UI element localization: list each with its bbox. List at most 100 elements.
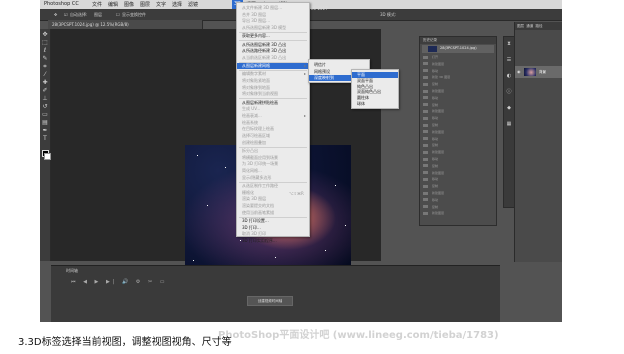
menu-item[interactable]: 创建绘图叠加 — [242, 140, 266, 146]
tab-layers[interactable]: 图层 — [517, 24, 524, 28]
history-row[interactable]: 新建图层 — [423, 89, 493, 95]
history-row[interactable]: 新建图层 — [423, 150, 493, 156]
menu-item[interactable]: 栅格化 — [242, 190, 254, 196]
menu-item[interactable]: 合并 3D 图层 — [242, 12, 266, 18]
menu-item[interactable]: 从当前选区新建 3D 凸出 — [242, 55, 286, 61]
timeline-playback-controls[interactable]: ⏮ ◀ ▶ ▶| 🔊 ⚙ ✂ ▭ — [71, 279, 167, 285]
tab-channels[interactable]: 通道 — [526, 24, 533, 28]
menu-item[interactable]: 从图层新建网格 — [237, 63, 309, 70]
history-row[interactable]: 新建图层 — [423, 62, 493, 68]
snapshot-label: 28(3PCSPT.1024.jpg) — [440, 46, 477, 50]
menu-item[interactable]: 从选区制作工作路径 — [242, 183, 278, 189]
menu-item[interactable]: 导出 3D 图层... — [242, 18, 270, 24]
history-row[interactable]: 新建图层 — [423, 191, 493, 197]
background-color-swatch[interactable] — [44, 153, 51, 160]
history-row[interactable]: 移动 — [423, 69, 493, 75]
history-step-icon — [423, 103, 428, 107]
history-row[interactable]: 新建图层 — [423, 130, 493, 136]
adjustments-panel-icon[interactable]: ◐ — [506, 73, 512, 79]
document-tab[interactable]: 28(3PCSPT.1024.jpg) @ 12.5%(RGB/8) — [48, 20, 203, 29]
properties-panel-icon[interactable]: ☰ — [506, 57, 512, 63]
history-row[interactable]: 打开 — [423, 55, 493, 61]
eraser-tool-icon[interactable]: ▭ — [42, 112, 48, 118]
history-row[interactable]: 复制 — [423, 205, 493, 211]
history-row[interactable]: 移动 — [423, 198, 493, 204]
menu-item[interactable]: 3D 打印设置... — [242, 218, 269, 224]
menu-item[interactable]: 显示/隐藏多边形 — [242, 175, 271, 181]
quick-select-tool-icon[interactable]: ✎ — [42, 56, 48, 62]
swatches-panel-icon[interactable]: ▦ — [506, 121, 512, 127]
auto-select-dropdown[interactable]: 图层 — [94, 12, 102, 18]
menu-item[interactable]: 从所选路径新建 3D 凸出 — [242, 48, 286, 54]
menu-item[interactable]: 编辑数字素材 — [242, 71, 266, 77]
history-panel-icon[interactable]: ⧗ — [506, 41, 512, 47]
history-row[interactable]: 复制 — [423, 143, 493, 149]
marquee-tool-icon[interactable]: ⬚ — [42, 40, 48, 46]
menu-item[interactable]: 选择可绘画区域 — [242, 133, 270, 139]
show-transform-checkbox[interactable]: ☐ — [116, 12, 120, 17]
menu-item[interactable]: 将横截面应用到场景 — [242, 155, 278, 161]
history-row[interactable]: 复制 — [423, 164, 493, 170]
history-row[interactable]: 移动 — [423, 177, 493, 183]
eyedropper-tool-icon[interactable]: ⁄ — [42, 72, 48, 78]
brush-tool-icon[interactable]: ✐ — [42, 88, 48, 94]
menu-item[interactable]: 从图层新建拼贴绘画 — [242, 100, 278, 106]
history-row[interactable]: 复制 — [423, 82, 493, 88]
color-panel-icon[interactable]: ◆ — [506, 105, 512, 111]
menu-item[interactable]: 将对象移到当前视图 — [242, 91, 278, 97]
history-panel: 历史记录 28(3PCSPT.1024.jpg) 打开 新建图层 移动 新建 3D 图… — [419, 36, 497, 226]
history-step-label: 新建图层 — [432, 129, 445, 134]
history-snapshot[interactable]: 28(3PCSPT.1024.jpg) — [422, 45, 494, 53]
layer-row[interactable]: ◉ 背景 — [515, 66, 562, 78]
menu-item[interactable]: 绘画系统 — [242, 120, 258, 126]
history-step-icon — [423, 211, 428, 215]
create-video-timeline-button[interactable]: 创建视频时间轴 — [247, 296, 293, 306]
menu-item[interactable]: 拆分凸出 — [242, 148, 258, 154]
menu-item[interactable]: 3D 打印... — [242, 225, 261, 231]
history-row[interactable]: 复制 — [423, 103, 493, 109]
lasso-tool-icon[interactable]: ℓ — [42, 48, 48, 54]
type-tool-icon[interactable]: T — [42, 136, 48, 142]
menu-item[interactable]: 绘画衰减... — [242, 113, 262, 119]
history-row[interactable]: 移动 — [423, 116, 493, 122]
history-row[interactable]: 新建 3D 图层 — [423, 75, 493, 81]
menu-item[interactable]: 在目标纹理上绘画 — [242, 126, 274, 132]
menu-item[interactable]: 获取更多内容... — [242, 33, 270, 39]
history-row[interactable]: 新建图层 — [423, 211, 493, 217]
crop-tool-icon[interactable]: ⌗ — [42, 64, 48, 70]
history-row[interactable]: 复制 — [423, 123, 493, 129]
history-row[interactable]: 移动 — [423, 157, 493, 163]
healing-tool-icon[interactable]: ✚ — [42, 80, 48, 86]
history-row[interactable]: 移动 — [423, 137, 493, 143]
history-row[interactable]: 新建图层 — [423, 171, 493, 177]
stamp-tool-icon[interactable]: ⊥ — [42, 96, 48, 102]
menu-item[interactable]: 从所选图层新建 3D 凸出 — [242, 42, 286, 48]
menu-item[interactable]: 3D 打印实用程序... — [242, 238, 277, 244]
menu-item[interactable]: 简化网格... — [242, 168, 262, 174]
eye-icon[interactable]: ◉ — [517, 69, 521, 74]
menu-item[interactable]: 渲染要提交的文档 — [242, 203, 274, 209]
history-row[interactable]: 新建图层 — [423, 109, 493, 115]
menu-item[interactable]: 从文件新建 3D 图层... — [242, 5, 282, 11]
pen-tool-icon[interactable]: ✒ — [42, 128, 48, 134]
submenu-item[interactable]: 球体 — [357, 101, 365, 107]
menu-item[interactable]: 生成 UV... — [242, 106, 260, 112]
menu-item[interactable]: 将对象贴紧地面 — [242, 78, 270, 84]
history-row[interactable]: 移动 — [423, 96, 493, 102]
tab-paths[interactable]: 路径 — [535, 24, 542, 28]
gradient-tool-icon[interactable]: ▤ — [42, 120, 48, 126]
submenu-item[interactable]: 明信片 — [314, 62, 326, 68]
submenu-item[interactable]: 网格预设 — [314, 69, 330, 75]
history-row[interactable]: 复制 — [423, 184, 493, 190]
info-panel-icon[interactable]: ⓘ — [506, 89, 512, 95]
menu-item[interactable]: 为 3D 打印统一场景 — [242, 161, 278, 167]
menu-item[interactable]: 将对象移到地面 — [242, 85, 270, 91]
history-step-label: 新建 3D 图层 — [432, 75, 451, 80]
menu-item[interactable]: 从所选图层新建 3D 模型 — [242, 25, 286, 31]
menu-item[interactable]: 使用当前画笔素描 — [242, 210, 274, 216]
move-tool-icon[interactable]: ✥ — [42, 32, 48, 38]
auto-select-checkbox[interactable]: ☑ — [64, 12, 68, 17]
menu-item[interactable]: 取消 3D 打印 — [242, 231, 266, 237]
history-brush-tool-icon[interactable]: ↺ — [42, 104, 48, 110]
menu-item[interactable]: 渲染 3D 图层 — [242, 196, 266, 202]
